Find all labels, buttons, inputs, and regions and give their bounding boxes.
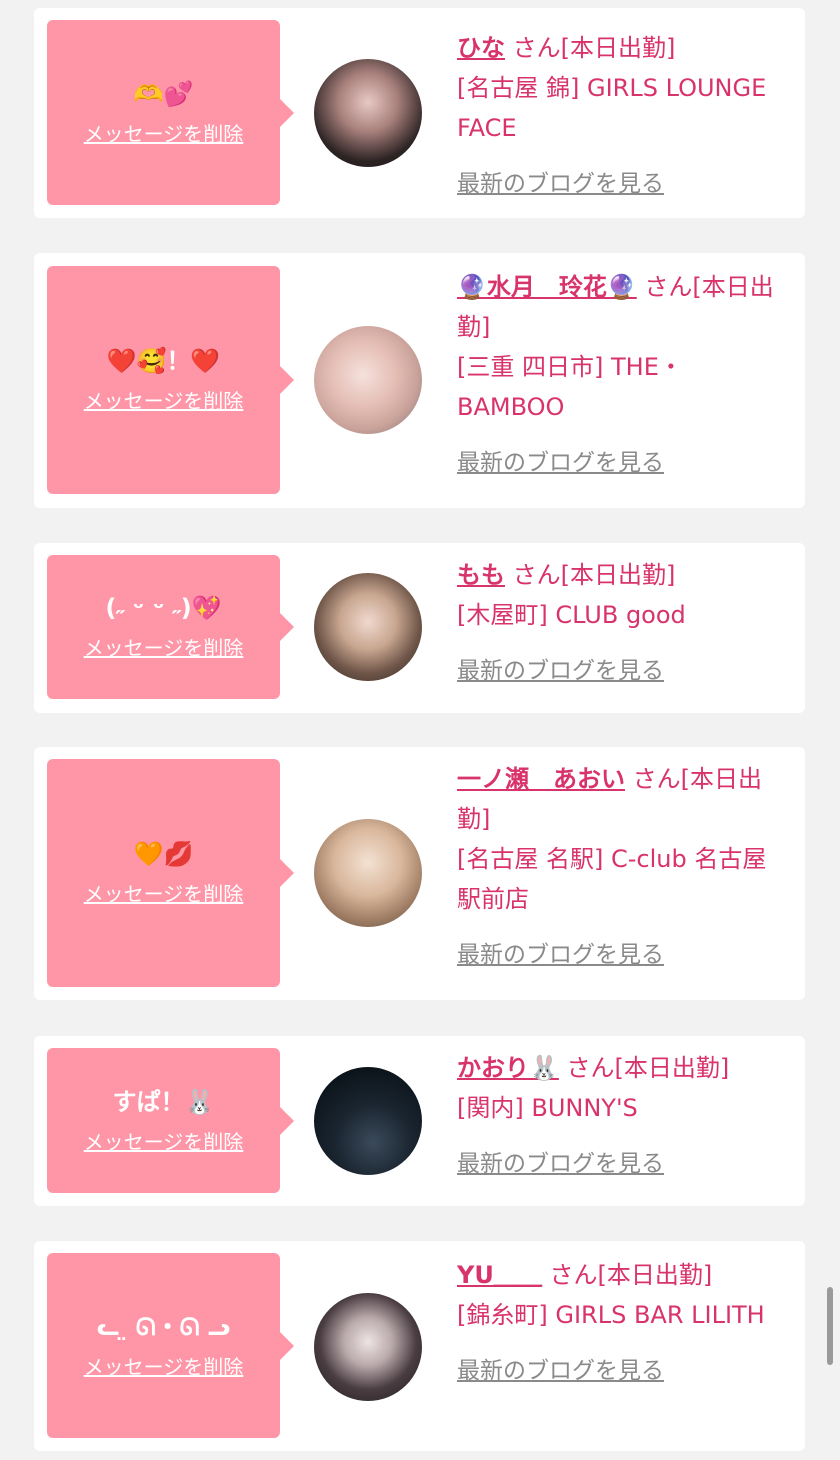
message-card: 🫶💕 メッセージを削除 ひな さん[本日出勤] [名古屋 錦] GIRLS LO… bbox=[34, 8, 805, 218]
message-bubble: ❤️🥰！❤️ メッセージを削除 bbox=[47, 266, 294, 494]
status-text: さん[本日出勤] bbox=[512, 561, 676, 589]
delete-message-link[interactable]: メッセージを削除 bbox=[84, 388, 244, 414]
message-card: (˶ ᵕ ᵕ ˶)💖 メッセージを削除 もも さん[本日出勤] [木屋町] CL… bbox=[34, 543, 805, 713]
scrollbar[interactable] bbox=[827, 1287, 833, 1365]
avatar[interactable] bbox=[314, 1293, 422, 1401]
message-card: 🧡💋 メッセージを削除 一ノ瀬 あおい さん[本日出勤] [名古屋 名駅] C-… bbox=[34, 747, 805, 1000]
status-text: さん[本日出勤] bbox=[512, 34, 676, 62]
blog-link[interactable]: 最新のブログを見る bbox=[457, 1144, 664, 1184]
message-text: すぱ！🐰 bbox=[112, 1087, 215, 1116]
cast-info: YU＿＿ さん[本日出勤] [錦糸町] GIRLS BAR LILITH 最新の… bbox=[457, 1255, 787, 1391]
cast-name-link[interactable]: もも bbox=[457, 561, 505, 589]
message-text: 🫶💕 bbox=[133, 79, 194, 108]
cast-name-link[interactable]: ひな bbox=[457, 34, 505, 62]
avatar[interactable] bbox=[314, 59, 422, 167]
blog-link[interactable]: 最新のブログを見る bbox=[457, 164, 664, 204]
message-card: すぱ！🐰 メッセージを削除 かおり🐰 さん[本日出勤] [関内] BUNNY'S… bbox=[34, 1036, 805, 1206]
message-text: ❤️🥰！❤️ bbox=[106, 347, 221, 375]
message-card: ❤️🥰！❤️ メッセージを削除 🔮水月 玲花🔮 さん[本日出勤] [三重 四日市… bbox=[34, 253, 805, 508]
avatar[interactable] bbox=[314, 326, 422, 434]
delete-message-link[interactable]: メッセージを削除 bbox=[84, 1354, 244, 1380]
store-text: [三重 四日市] THE・BAMBOO bbox=[457, 353, 683, 421]
avatar[interactable] bbox=[314, 1067, 422, 1175]
cast-name-link[interactable]: YU＿＿ bbox=[457, 1261, 542, 1289]
message-bubble: (˶ ᵕ ᵕ ˶)💖 メッセージを削除 bbox=[47, 555, 294, 699]
message-text: 🧡💋 bbox=[133, 840, 194, 868]
delete-message-link[interactable]: メッセージを削除 bbox=[84, 1129, 244, 1155]
delete-message-link[interactable]: メッセージを削除 bbox=[84, 635, 244, 661]
delete-message-link[interactable]: メッセージを削除 bbox=[84, 881, 244, 907]
blog-link[interactable]: 最新のブログを見る bbox=[457, 651, 664, 691]
message-bubble: ᓚ ̤ ᘏ・ᘏ ᓗ メッセージを削除 bbox=[47, 1253, 294, 1438]
cast-info: もも さん[本日出勤] [木屋町] CLUB good 最新のブログを見る bbox=[457, 555, 787, 691]
message-text: (˶ ᵕ ᵕ ˶)💖 bbox=[105, 594, 222, 622]
message-card: ᓚ ̤ ᘏ・ᘏ ᓗ メッセージを削除 YU＿＿ さん[本日出勤] [錦糸町] G… bbox=[34, 1241, 805, 1451]
cast-name-link[interactable]: かおり🐰 bbox=[457, 1054, 559, 1082]
status-text: さん[本日出勤] bbox=[549, 1261, 713, 1289]
cast-info: 🔮水月 玲花🔮 さん[本日出勤] [三重 四日市] THE・BAMBOO 最新の… bbox=[457, 267, 787, 483]
cast-info: かおり🐰 さん[本日出勤] [関内] BUNNY'S 最新のブログを見る bbox=[457, 1048, 787, 1184]
message-text: ᓚ ̤ ᘏ・ᘏ ᓗ bbox=[96, 1312, 231, 1341]
store-text: [錦糸町] GIRLS BAR LILITH bbox=[457, 1301, 765, 1329]
cast-name-link[interactable]: 🔮水月 玲花🔮 bbox=[457, 273, 637, 301]
store-text: [名古屋 錦] GIRLS LOUNGE FACE bbox=[457, 74, 767, 142]
cast-info: ひな さん[本日出勤] [名古屋 錦] GIRLS LOUNGE FACE 最新… bbox=[457, 28, 787, 204]
store-text: [関内] BUNNY'S bbox=[457, 1094, 638, 1122]
avatar[interactable] bbox=[314, 819, 422, 927]
status-text: さん[本日出勤] bbox=[566, 1054, 730, 1082]
store-text: [名古屋 名駅] C-club 名古屋駅前店 bbox=[457, 845, 767, 913]
avatar[interactable] bbox=[314, 573, 422, 681]
blog-link[interactable]: 最新のブログを見る bbox=[457, 443, 664, 483]
store-text: [木屋町] CLUB good bbox=[457, 601, 686, 629]
delete-message-link[interactable]: メッセージを削除 bbox=[84, 121, 244, 147]
blog-link[interactable]: 最新のブログを見る bbox=[457, 935, 664, 975]
cast-info: 一ノ瀬 あおい さん[本日出勤] [名古屋 名駅] C-club 名古屋駅前店 … bbox=[457, 759, 787, 975]
cast-name-link[interactable]: 一ノ瀬 あおい bbox=[457, 765, 625, 793]
message-bubble: 🫶💕 メッセージを削除 bbox=[47, 20, 294, 205]
message-bubble: 🧡💋 メッセージを削除 bbox=[47, 759, 294, 987]
message-bubble: すぱ！🐰 メッセージを削除 bbox=[47, 1048, 294, 1193]
blog-link[interactable]: 最新のブログを見る bbox=[457, 1351, 664, 1391]
